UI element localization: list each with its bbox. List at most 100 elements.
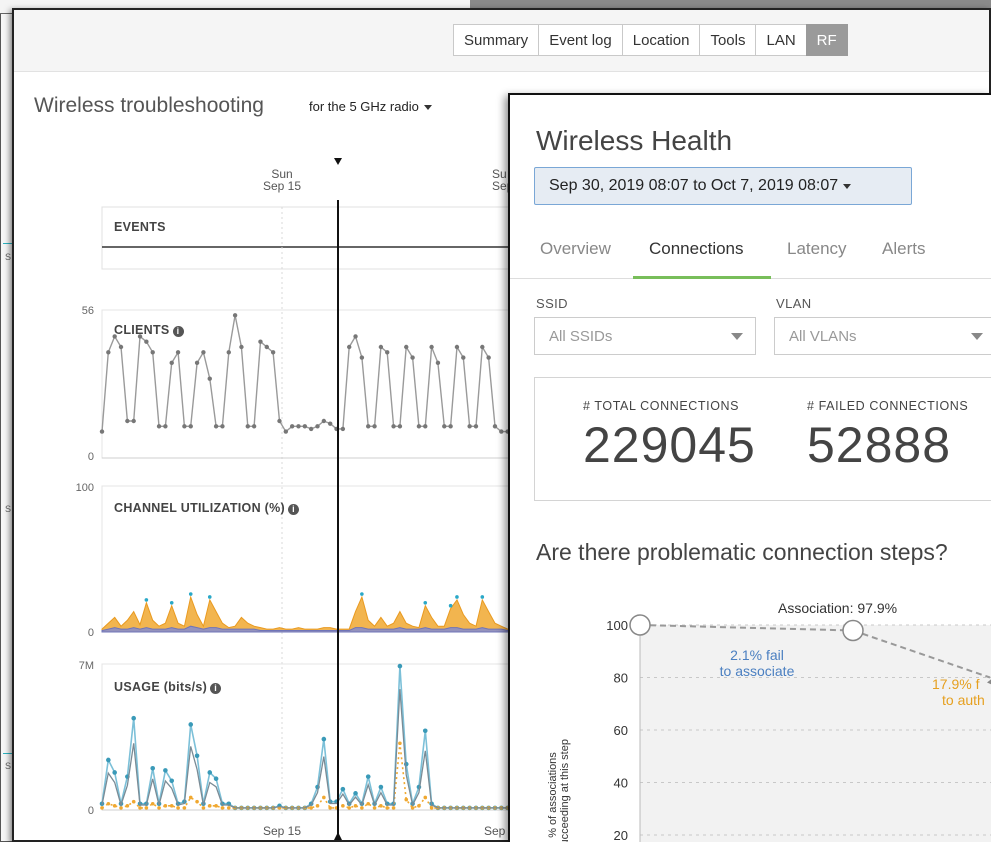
clients-point [150,350,155,355]
clients-point [315,424,320,429]
time-cursor-handle-icon [334,158,342,165]
clients-point [410,355,415,360]
usage-download-point [360,806,364,810]
channel-title-text: CHANNEL UTILIZATION (%) [114,501,286,515]
clients-point [188,424,193,429]
usage-total-point [353,791,358,796]
clients-point [239,344,244,350]
info-icon[interactable]: i [210,683,222,694]
usage-ymin: 0 [87,805,94,817]
usage-download-point [214,804,218,808]
usage-download-point [417,804,421,808]
clients-point [201,350,206,355]
usage-download-point [131,799,136,804]
usage-download-point [379,804,383,808]
usage-download-point [138,806,142,810]
usage-total-point [131,715,136,721]
clients-point [448,424,453,429]
clients-point [163,424,168,429]
channel-utilization-point [455,595,459,599]
usage-total-point [169,778,175,784]
clients-point [391,424,396,429]
channel-utilization-point [169,601,174,605]
usage-download-point [163,804,168,808]
clients-point [245,424,250,429]
step-chart-ytick: 80 [614,671,628,686]
usage-ymax: 7M [78,660,94,672]
usage-download-point [207,804,212,808]
usage-download-point [112,804,117,808]
usage-download-point [220,806,225,810]
clients-point [473,424,479,429]
usage-total-point [422,728,428,734]
clients-point [258,339,263,344]
clients-point [220,424,225,429]
association-label: Association: 97.9% [778,600,897,616]
clients-point [277,418,282,424]
info-icon[interactable]: i [288,504,300,515]
usage-download-point [315,804,320,808]
clients-point [340,426,346,432]
clients-point [378,344,384,350]
background-tick-label: S [5,761,12,771]
clients-point [492,424,498,429]
usage-total-point [112,770,117,775]
usage-total-point [397,663,403,669]
usage-upload-series-line [101,689,514,809]
usage-download-point [195,799,199,804]
usage-total-point [188,722,194,727]
usage-download-point [423,795,428,800]
usage-title-text: USAGE (bits/s) [114,680,208,694]
clients-point [182,424,187,429]
usage-download-point [366,801,371,806]
clients-point [429,344,434,350]
fail-associate-label: to associate [720,663,795,679]
usage-total-point [403,761,409,767]
clients-point [118,344,124,350]
usage-total-point [321,736,327,742]
clients-point [416,424,422,429]
channel-ymax: 100 [75,482,94,494]
clients-point [175,350,181,355]
usage-download-point [347,806,352,810]
usage-total-point [213,776,219,782]
usage-total-point [207,770,213,775]
channel-utilization-point [448,603,453,608]
channel-utilization-point [144,598,149,602]
usage-download-point [176,806,180,810]
clients-point [264,344,269,350]
channel-ymin: 0 [87,627,94,639]
channel-utilization-series-area [101,595,515,633]
clients-point [144,339,149,344]
clients-point [359,355,365,360]
clients-point [302,424,308,429]
clients-point [296,424,301,429]
events-panel-frame [101,206,523,270]
usage-total-point [163,768,168,773]
clients-point [372,424,377,429]
step-chart-ytick: 100 [606,618,628,633]
clients-ymin: 0 [87,451,94,463]
usage-download-point [182,806,187,810]
usage-download-point [100,806,104,810]
usage-total-point [194,753,200,759]
usage-download-point [309,806,313,810]
clients-point [461,355,466,360]
channel-utilization-panel-title: CHANNEL UTILIZATION (%) i [114,501,300,515]
clients-point [480,344,485,350]
usage-download-point [201,806,206,810]
usage-download-point [372,806,377,810]
usage-panel-title: USAGE (bits/s) i [114,680,222,694]
fail-auth-label: to auth [942,692,985,708]
usage-total-point [378,784,384,790]
info-icon[interactable]: i [172,326,184,337]
clients-point [442,424,447,429]
clients-point [499,429,504,434]
clients-point [423,424,428,429]
clients-point [169,360,174,366]
time-cursor-handle-icon [334,832,342,840]
usage-download-point [391,806,396,810]
usage-download-point [404,797,409,802]
usage-total-point [340,786,346,792]
step-chart-ytick: 20 [614,828,628,842]
